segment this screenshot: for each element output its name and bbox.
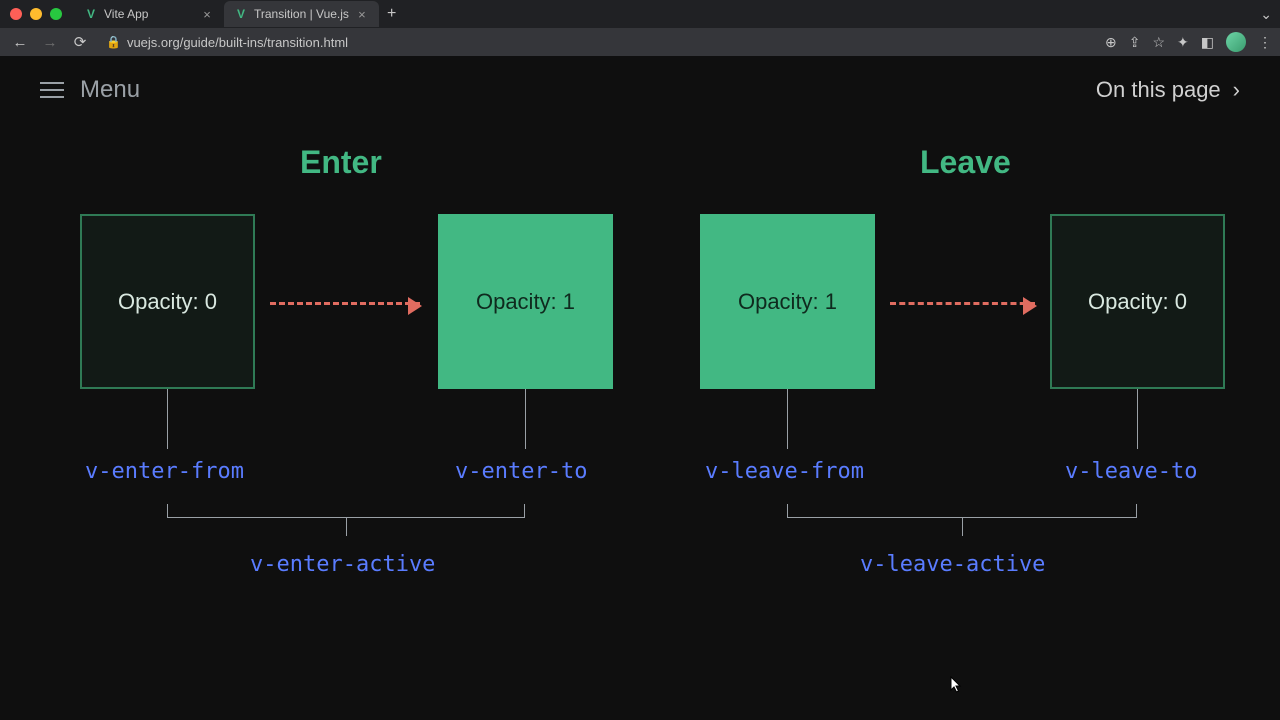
nav-back-button[interactable]: ← — [8, 30, 32, 54]
window-zoom-button[interactable] — [50, 8, 62, 20]
v-enter-to-label: v-enter-to — [455, 459, 587, 484]
tab-close-icon[interactable]: × — [355, 7, 369, 22]
leave-arrow-icon — [890, 302, 1035, 305]
v-enter-active-label: v-enter-active — [250, 552, 435, 577]
on-this-page-label: On this page — [1096, 77, 1221, 103]
tab-close-icon[interactable]: × — [200, 7, 214, 22]
opacity-label: Opacity: 1 — [738, 289, 837, 315]
v-leave-from-label: v-leave-from — [705, 459, 864, 484]
new-tab-button[interactable]: + — [379, 5, 404, 23]
browser-tabs: V Vite App × V Transition | Vue.js × + — [74, 0, 404, 28]
chevron-right-icon: › — [1233, 77, 1240, 103]
zoom-icon[interactable]: ⊕ — [1105, 34, 1117, 51]
enter-from-box: Opacity: 0 — [80, 214, 255, 389]
connector-line — [787, 389, 788, 449]
profile-avatar[interactable] — [1226, 32, 1246, 52]
connector-line — [1137, 389, 1138, 449]
connector-line — [525, 389, 526, 449]
v-enter-from-label: v-enter-from — [85, 459, 244, 484]
window-close-button[interactable] — [10, 8, 22, 20]
browser-tab[interactable]: V Vite App × — [74, 1, 224, 27]
browser-toolbar: ← → ⟳ 🔒 vuejs.org/guide/built-ins/transi… — [0, 28, 1280, 56]
traffic-lights — [10, 8, 62, 20]
menu-label: Menu — [80, 76, 140, 104]
toolbar-right-icons: ⊕ ⇪ ☆ ✦ ◧ ⋮ — [1105, 32, 1272, 52]
leave-to-box: Opacity: 0 — [1050, 214, 1225, 389]
tab-title: Vite App — [104, 7, 148, 21]
page-content: Menu On this page › Enter Leave Opacity:… — [0, 56, 1280, 720]
vue-favicon-icon: V — [234, 7, 248, 21]
opacity-label: Opacity: 1 — [476, 289, 575, 315]
leave-title: Leave — [920, 144, 1011, 181]
kebab-menu-icon[interactable]: ⋮ — [1258, 34, 1272, 51]
lock-icon: 🔒 — [106, 35, 121, 49]
on-this-page-button[interactable]: On this page › — [1096, 77, 1240, 103]
v-leave-active-label: v-leave-active — [860, 552, 1045, 577]
window-titlebar: V Vite App × V Transition | Vue.js × + ⌄ — [0, 0, 1280, 28]
leave-from-box: Opacity: 1 — [700, 214, 875, 389]
address-bar[interactable]: 🔒 vuejs.org/guide/built-ins/transition.h… — [98, 30, 1099, 54]
leave-bracket — [787, 504, 1137, 518]
nav-forward-button[interactable]: → — [38, 30, 62, 54]
tab-title: Transition | Vue.js — [254, 7, 349, 21]
page-header: Menu On this page › — [40, 76, 1240, 104]
nav-reload-button[interactable]: ⟳ — [68, 30, 92, 54]
opacity-label: Opacity: 0 — [118, 289, 217, 315]
menu-button[interactable]: Menu — [40, 76, 140, 104]
sidepanel-icon[interactable]: ◧ — [1201, 34, 1214, 51]
opacity-label: Opacity: 0 — [1088, 289, 1187, 315]
url-text: vuejs.org/guide/built-ins/transition.htm… — [127, 35, 348, 50]
connector-line — [167, 389, 168, 449]
bookmark-icon[interactable]: ☆ — [1152, 34, 1165, 51]
tabs-dropdown-icon[interactable]: ⌄ — [1260, 6, 1272, 23]
extensions-icon[interactable]: ✦ — [1177, 34, 1189, 51]
enter-to-box: Opacity: 1 — [438, 214, 613, 389]
transition-diagram: Enter Leave Opacity: 0 Opacity: 1 Opacit… — [40, 144, 1240, 664]
cursor-icon — [950, 676, 962, 694]
share-icon[interactable]: ⇪ — [1129, 34, 1141, 51]
v-leave-to-label: v-leave-to — [1065, 459, 1197, 484]
enter-arrow-icon — [270, 302, 420, 305]
enter-title: Enter — [300, 144, 382, 181]
hamburger-icon — [40, 82, 64, 98]
vite-favicon-icon: V — [84, 7, 98, 21]
window-minimize-button[interactable] — [30, 8, 42, 20]
browser-tab[interactable]: V Transition | Vue.js × — [224, 1, 379, 27]
enter-bracket — [167, 504, 525, 518]
